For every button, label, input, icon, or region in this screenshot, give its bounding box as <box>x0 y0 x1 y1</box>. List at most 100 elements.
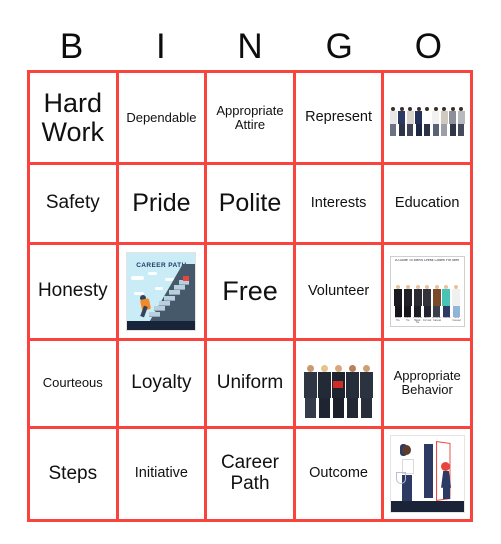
bingo-cell-label: Steps <box>48 462 98 484</box>
business-team-figures <box>302 349 375 418</box>
bingo-cell-n2[interactable]: Polite <box>207 165 296 245</box>
bingo-cell-free[interactable]: Free <box>207 244 296 342</box>
dress-code-caption: White Tie <box>394 316 402 322</box>
wall-panel-shape <box>423 443 433 499</box>
business-team-group-photo <box>298 343 380 423</box>
bingo-cell-g4[interactable] <box>295 341 385 429</box>
header-letter-n: N <box>237 26 263 66</box>
bingo-cell-n4[interactable]: Uniform <box>207 341 296 429</box>
bingo-cell-o3[interactable]: A Guide To Men's Dress Codes For Men Whi… <box>384 244 473 342</box>
bingo-cell-label: Polite <box>218 189 282 218</box>
person-figure <box>457 106 465 136</box>
girl-head-shape <box>441 461 451 471</box>
bingo-cell-label: Appropriate Attire <box>216 102 284 132</box>
dress-code-figure <box>394 284 403 317</box>
bingo-grid: Hard Work Dependable Appropriate Attire … <box>27 70 473 522</box>
door-scene-artwork <box>389 434 465 513</box>
dress-code-caption: Ultra Casual <box>452 316 461 322</box>
bingo-cell-i5[interactable]: Initiative <box>118 428 208 522</box>
bingo-cell-o4[interactable]: Appropriate Behavior <box>384 341 473 429</box>
cloud-icon <box>131 276 145 281</box>
dress-code-caption: Semi-Formal <box>423 316 432 322</box>
bingo-row: Courteous Loyalty Uniform Appropriate Be… <box>30 341 473 429</box>
bingo-row: Hard Work Dependable Appropriate Attire … <box>30 73 473 166</box>
dress-code-figures <box>393 264 462 317</box>
bingo-header-letters: B I N G O <box>27 22 473 70</box>
dress-code-figure <box>403 284 412 317</box>
bingo-cell-n5[interactable]: Career Path <box>207 428 296 522</box>
person-figure <box>389 106 397 136</box>
bingo-cell-label: Free <box>222 275 278 306</box>
header-letter-b: B <box>59 26 84 66</box>
career-path-stairs-illustration: CAREER PATH <box>121 247 203 336</box>
person-figure <box>415 106 423 136</box>
row-of-standing-people-photo <box>386 75 468 160</box>
header-letter-i: I <box>155 26 166 66</box>
business-person-figure <box>304 364 318 418</box>
bingo-cell-g2[interactable]: Interests <box>295 165 385 245</box>
bingo-cell-b2[interactable]: Safety <box>30 165 119 245</box>
dress-code-figure <box>432 284 441 317</box>
bingo-cell-label: Hard Work <box>41 87 105 147</box>
dress-code-caption: Business Casual <box>432 316 441 322</box>
bingo-cell-b5[interactable]: Steps <box>30 428 119 522</box>
bingo-row: Safety Pride Polite Interests Education <box>30 165 473 245</box>
girl-legs-shape <box>442 487 450 500</box>
person-figure <box>406 106 414 136</box>
person-figure <box>440 106 448 136</box>
dress-code-captions: White Tie Black Tie Creative Black Tie S… <box>393 317 462 326</box>
bingo-cell-n1[interactable]: Appropriate Attire <box>207 73 296 166</box>
dress-code-figure <box>423 284 432 317</box>
dress-code-title: A Guide To Men's Dress Codes For Men <box>395 258 460 262</box>
bingo-row: Honesty CAREER PATH Free Volunteer A Gui… <box>30 244 473 342</box>
flag-icon <box>182 276 189 282</box>
bingo-cell-label: Education <box>394 194 460 211</box>
business-person-figure <box>332 364 346 418</box>
business-person-figure <box>346 364 360 418</box>
bingo-cell-i4[interactable]: Loyalty <box>118 341 208 429</box>
dress-code-chart: A Guide To Men's Dress Codes For Men Whi… <box>389 255 465 328</box>
person-figure <box>398 106 406 136</box>
career-path-footer-bar <box>127 320 196 330</box>
woman-and-girl-holding-door-illustration <box>386 431 468 517</box>
woman-bag-shape <box>395 472 406 485</box>
mens-dress-code-guide-chart: A Guide To Men's Dress Codes For Men Whi… <box>386 247 468 336</box>
bingo-cell-label: Represent <box>305 108 373 125</box>
dress-code-figure <box>452 284 461 317</box>
bingo-cell-i1[interactable]: Dependable <box>118 73 208 166</box>
bingo-cell-g1[interactable]: Represent <box>295 73 385 166</box>
header-letter-o: O <box>414 26 443 66</box>
header-letter-g: G <box>325 26 353 66</box>
bingo-cell-b4[interactable]: Courteous <box>30 341 119 429</box>
bingo-cell-label: Appropriate Behavior <box>393 368 461 398</box>
bingo-cell-label: Initiative <box>134 464 188 481</box>
bingo-cell-label: Honesty <box>37 280 108 302</box>
bingo-cell-label: Uniform <box>216 372 284 394</box>
people-line-group <box>389 100 466 136</box>
person-figure <box>432 106 440 136</box>
bingo-cell-label: Pride <box>132 189 191 218</box>
dress-code-figure <box>442 284 451 317</box>
person-figure <box>423 106 431 136</box>
bingo-cell-label: Dependable <box>126 109 197 125</box>
dress-code-caption: Casual <box>442 316 451 319</box>
bingo-cell-g5[interactable]: Outcome <box>295 428 385 522</box>
door-scene-footer-bar <box>390 501 464 512</box>
bingo-cell-label: Volunteer <box>307 282 370 299</box>
dress-code-figure <box>413 284 422 317</box>
woman-head-shape <box>402 445 412 456</box>
bingo-cell-b1[interactable]: Hard Work <box>30 73 119 166</box>
bingo-cell-i3[interactable]: CAREER PATH <box>118 244 208 342</box>
bingo-cell-i2[interactable]: Pride <box>118 165 208 245</box>
bingo-cell-label: Interests <box>310 194 367 211</box>
dress-code-caption: Creative Black Tie <box>412 316 422 325</box>
bingo-cell-b3[interactable]: Honesty <box>30 244 119 342</box>
person-figure <box>449 106 457 136</box>
bingo-cell-g3[interactable]: Volunteer <box>295 244 385 342</box>
business-person-figure <box>318 364 332 418</box>
bingo-row: Steps Initiative Career Path Outcome <box>30 428 473 522</box>
bingo-cell-o2[interactable]: Education <box>384 165 473 245</box>
bingo-card: B I N G O Hard Work Dependable Appropria… <box>0 0 501 544</box>
bingo-cell-o5[interactable] <box>384 428 473 522</box>
bingo-cell-o1[interactable] <box>384 73 473 166</box>
